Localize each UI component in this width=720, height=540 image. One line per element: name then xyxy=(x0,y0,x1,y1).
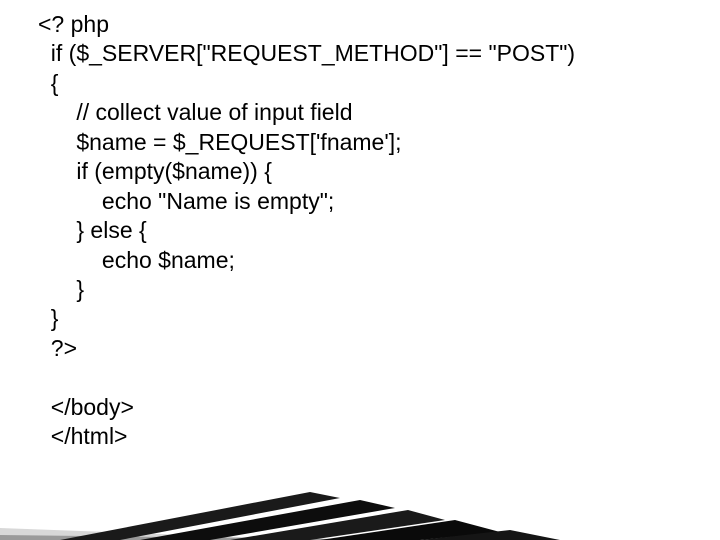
footer-decoration xyxy=(0,480,720,540)
code-line: ?> xyxy=(38,335,77,361)
code-line: } xyxy=(38,305,58,331)
code-line: echo $name; xyxy=(38,247,235,273)
code-line: { xyxy=(38,70,58,96)
code-line: </html> xyxy=(38,423,127,449)
code-line: $name = $_REQUEST['fname']; xyxy=(38,129,402,155)
code-line: </body> xyxy=(38,394,134,420)
code-line: echo "Name is empty"; xyxy=(38,188,334,214)
code-line: } xyxy=(38,276,84,302)
code-line: // collect value of input field xyxy=(38,99,353,125)
code-line: } else { xyxy=(38,217,147,243)
code-line: if ($_SERVER["REQUEST_METHOD"] == "POST"… xyxy=(38,40,575,66)
code-line: <? php xyxy=(38,11,109,37)
php-code-block: <? php if ($_SERVER["REQUEST_METHOD"] ==… xyxy=(38,10,700,452)
code-line: if (empty($name)) { xyxy=(38,158,272,184)
